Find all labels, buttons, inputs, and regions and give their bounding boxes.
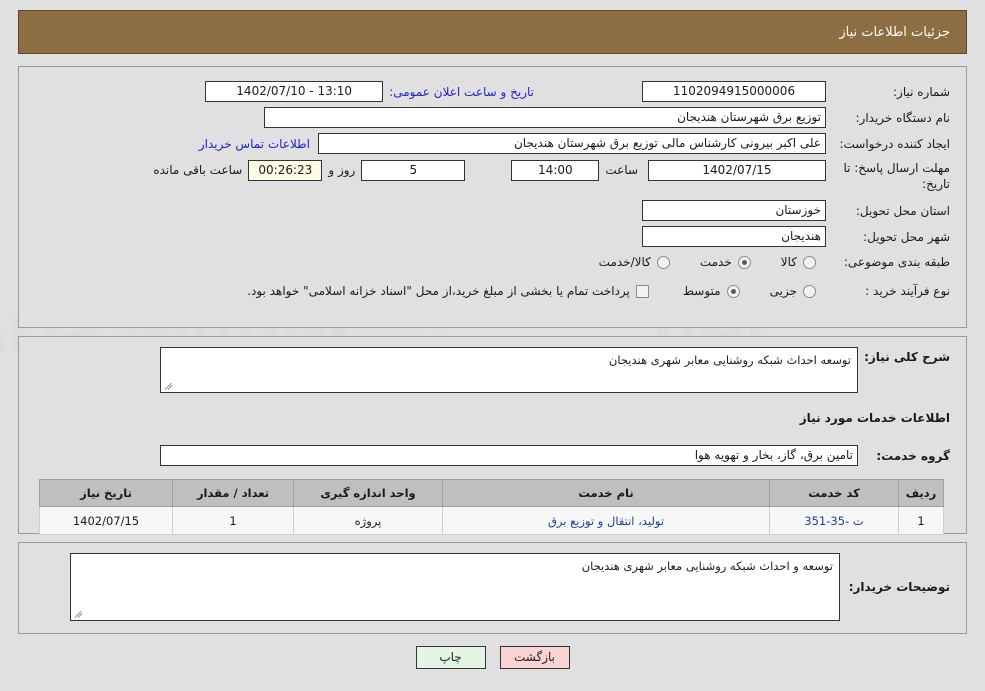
city-value: هندیجان [642,226,826,247]
remaining-hours-label: ساعت باقی مانده [153,163,243,177]
buyer-notes-label: توضیحات خریدار: [848,580,950,594]
service-group-label: گروه خدمت: [876,448,950,463]
services-table: ردیف کد خدمت نام خدمت واحد اندازه گیری ت… [39,479,944,535]
city-row: شهر محل تحویل: هندیجان [642,226,950,247]
category-option-kala-khedmat-label: کالا/خدمت [598,255,651,269]
page-title: جزئیات اطلاعات نیاز [839,24,950,40]
buyer-notes-row: توضیحات خریدار: توسعه و احداث شبکه روشنا… [70,553,950,621]
column-header-date: تاریخ نیاز [39,479,173,507]
service-group-value: تامین برق، گاز، بخار و تهویه هوا [160,445,858,466]
category-option-kala-khedmat[interactable]: کالا/خدمت [599,255,670,269]
buyer-notes-textarea[interactable]: توسعه و احداث شبکه روشنایی معابر شهری هن… [70,553,840,621]
category-option-kala[interactable]: کالا [781,255,816,269]
countdown-value: 00:26:23 [248,160,323,181]
public-announce-value: 13:10 - 1402/07/10 [205,81,384,102]
province-value: خوزستان [642,200,826,221]
category-option-kala-label: کالا [780,255,797,269]
buyer-org-label: نام دستگاه خریدار: [855,110,951,125]
cell-need-date: 1402/07/15 [39,506,173,535]
creator-row: ایجاد کننده درخواست: علی اکبر بیرونی کار… [199,133,950,154]
category-label: طبقه بندی موضوعی: [843,255,950,269]
services-heading: اطلاعات خدمات مورد نیاز [799,411,950,425]
deadline-time-value: 14:00 [511,160,600,181]
treasury-docs-checkbox-group[interactable]: پرداخت تمام یا بخشی از مبلغ خرید،از محل … [247,284,649,298]
need-description-value: توسعه احداث شبکه روشنایی معابر شهری هندی… [608,353,851,367]
deadline-date-value: 1402/07/15 [648,160,826,181]
services-heading-row: اطلاعات خدمات مورد نیاز [800,411,950,425]
process-option-jozei-label: جزیی [769,284,797,298]
column-header-index: ردیف [898,479,944,507]
province-label: استان محل تحویل: [855,203,950,218]
category-option-khedmat-label: خدمت [699,255,732,269]
window-title-bar: جزئیات اطلاعات نیاز [18,10,967,54]
service-group-row: گروه خدمت: تامین برق، گاز، بخار و تهویه … [160,445,950,466]
treasury-docs-checkbox-label: پرداخت تمام یا بخشی از مبلغ خرید،از محل … [247,284,630,298]
cell-unit: پروژه [293,506,443,535]
deadline-time-label: ساعت [605,163,638,177]
remaining-days-value: 5 [361,160,466,181]
process-option-jozei[interactable]: جزیی [770,284,816,298]
resize-grip-icon[interactable] [74,608,84,618]
radio-kala-icon[interactable] [803,255,816,269]
process-row: نوع فرآیند خرید : جزیی متوسط پرداخت تمام… [247,284,950,298]
radio-motavaset-icon[interactable] [726,284,740,298]
buyer-contact-link[interactable]: اطلاعات تماس خریدار [199,137,310,151]
table-row[interactable]: 1 ت -35-351 تولید، انتقال و توزیع برق پر… [39,506,944,535]
process-option-motavaset-label: متوسط [682,284,721,298]
radio-khedmat-icon[interactable] [737,255,751,269]
process-label: نوع فرآیند خرید : [865,284,950,298]
resize-grip-icon[interactable] [164,380,174,390]
deadline-row: مهلت ارسال پاسخ: تا تاریخ: 1402/07/15 سا… [153,160,950,192]
public-announce-label: تاریخ و ساعت اعلان عمومی: [389,84,534,99]
cell-name: تولید، انتقال و توزیع برق [442,506,770,535]
buyer-org-row: نام دستگاه خریدار: توزیع برق شهرستان هند… [264,107,950,128]
category-row: طبقه بندی موضوعی: کالا خدمت کالا/خدمت [599,255,950,269]
cell-index: 1 [898,506,944,535]
need-description-textarea[interactable]: توسعه احداث شبکه روشنایی معابر شهری هندی… [160,347,858,393]
province-row: استان محل تحویل: خوزستان [642,200,950,221]
print-button[interactable]: چاپ [415,646,486,669]
footer-button-bar: بازگشت چاپ [0,646,985,669]
process-option-motavaset[interactable]: متوسط [683,284,740,298]
buyer-org-value: توزیع برق شهرستان هندیجان [264,107,826,128]
services-panel: شرح کلی نیاز: توسعه احداث شبکه روشنایی م… [18,336,967,535]
need-summary-panel: شماره نیاز: 1102094915000006 تاریخ و ساع… [18,66,967,328]
need-number-row: شماره نیاز: 1102094915000006 تاریخ و ساع… [205,81,950,102]
column-header-name: نام خدمت [442,479,770,507]
treasury-docs-checkbox-icon[interactable] [635,284,649,298]
radio-kala-khedmat-icon[interactable] [656,255,670,269]
need-description-label: شرح کلی نیاز: [864,350,950,364]
creator-label: ایجاد کننده درخواست: [839,136,950,151]
need-number-label: شماره نیاز: [893,84,950,99]
buyer-notes-panel: توضیحات خریدار: توسعه و احداث شبکه روشنا… [18,542,967,634]
need-number-value: 1102094915000006 [642,81,826,102]
back-button[interactable]: بازگشت [499,646,570,669]
table-header-row: ردیف کد خدمت نام خدمت واحد اندازه گیری ت… [39,479,944,507]
buyer-notes-value: توسعه و احداث شبکه روشنایی معابر شهری هن… [581,559,833,573]
remaining-days-label: روز و [328,163,356,177]
cell-code: ت -35-351 [769,506,899,535]
creator-value: علی اکبر بیرونی کارشناس مالی توزیع برق ش… [318,133,826,154]
city-label: شهر محل تحویل: [863,229,950,244]
need-description-row: شرح کلی نیاز: توسعه احداث شبکه روشنایی م… [160,347,950,393]
column-header-code: کد خدمت [769,479,899,507]
column-header-unit: واحد اندازه گیری [293,479,443,507]
column-header-qty: تعداد / مقدار [172,479,294,507]
deadline-label: مهلت ارسال پاسخ: تا تاریخ: [843,161,950,192]
radio-jozei-icon[interactable] [803,284,816,298]
cell-quantity: 1 [172,506,294,535]
category-option-khedmat[interactable]: خدمت [700,255,751,269]
